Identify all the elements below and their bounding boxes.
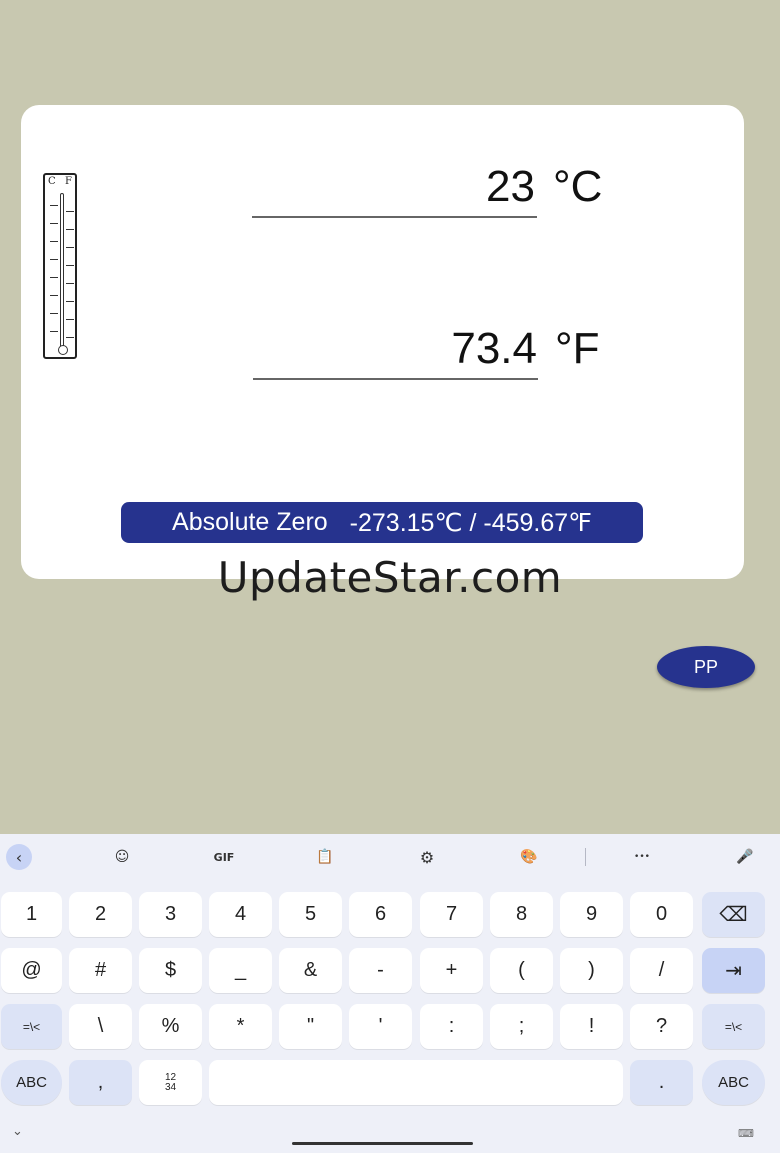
celsius-input[interactable]: 23 — [253, 162, 535, 212]
palette-icon[interactable]: 🎨 — [517, 845, 541, 869]
absolute-zero-label: Absolute Zero — [172, 508, 328, 536]
toolbar-divider — [585, 848, 586, 866]
celsius-unit-label: °C — [553, 162, 603, 211]
gif-button[interactable]: GIF — [208, 845, 240, 869]
key-minus[interactable]: - — [349, 948, 412, 993]
key-single-quote[interactable]: ' — [349, 1004, 412, 1049]
key-2[interactable]: 2 — [69, 892, 132, 937]
key-dollar[interactable]: $ — [139, 948, 202, 993]
gear-icon[interactable]: ⚙ — [415, 845, 439, 869]
key-8[interactable]: 8 — [490, 892, 553, 937]
clipboard-icon[interactable]: 📋 — [313, 845, 337, 869]
key-colon[interactable]: : — [420, 1004, 483, 1049]
thermometer-icon: C F — [43, 173, 77, 359]
absolute-zero-value: -273.15℃ / -459.67℉ — [349, 508, 592, 537]
key-0[interactable]: 0 — [630, 892, 693, 937]
key-slash[interactable]: / — [630, 948, 693, 993]
keyboard-switch-icon[interactable]: ⌨ — [738, 1127, 754, 1140]
key-close-paren[interactable]: ) — [560, 948, 623, 993]
converter-card: C F 23 °C 73.4 °F Absolute Zero -273.15℃… — [21, 105, 744, 579]
tab-next-key[interactable]: ⇥ — [702, 948, 765, 993]
key-period[interactable]: . — [630, 1060, 693, 1105]
microphone-icon[interactable]: 🎤 — [733, 845, 757, 869]
hide-keyboard-icon[interactable]: ⌄ — [12, 1124, 23, 1139]
fahrenheit-input[interactable]: 73.4 — [253, 324, 537, 374]
thermometer-tube — [60, 193, 64, 351]
symbols-shift-key[interactable]: =\< — [1, 1004, 62, 1049]
key-semicolon[interactable]: ; — [490, 1004, 553, 1049]
pp-button[interactable]: PP — [657, 646, 755, 688]
key-question[interactable]: ? — [630, 1004, 693, 1049]
abc-key-left[interactable]: ABC — [1, 1060, 62, 1105]
key-double-quote[interactable]: " — [279, 1004, 342, 1049]
key-asterisk[interactable]: * — [209, 1004, 272, 1049]
key-4[interactable]: 4 — [209, 892, 272, 937]
celsius-input-underline — [252, 216, 537, 218]
key-9[interactable]: 9 — [560, 892, 623, 937]
sticker-icon[interactable]: ☺ — [110, 845, 134, 869]
fahrenheit-unit-label: °F — [555, 324, 600, 373]
backspace-key[interactable]: ⌫ — [702, 892, 765, 937]
chevron-left-icon[interactable]: ‹ — [6, 844, 32, 870]
key-5[interactable]: 5 — [279, 892, 342, 937]
thermometer-fahrenheit-label: F — [65, 176, 72, 187]
key-exclamation[interactable]: ! — [560, 1004, 623, 1049]
key-comma[interactable]: , — [69, 1060, 132, 1105]
navigation-handle[interactable] — [292, 1142, 473, 1145]
key-6[interactable]: 6 — [349, 892, 412, 937]
absolute-zero-banner: Absolute Zero -273.15℃ / -459.67℉ — [121, 502, 643, 543]
key-3[interactable]: 3 — [139, 892, 202, 937]
key-7[interactable]: 7 — [420, 892, 483, 937]
thermometer-celsius-label: C — [48, 176, 56, 187]
abc-key-right[interactable]: ABC — [702, 1060, 765, 1105]
space-bar[interactable] — [209, 1060, 623, 1105]
key-hash[interactable]: # — [69, 948, 132, 993]
keyboard-toolbar: ‹ ☺ GIF 📋 ⚙ 🎨 ••• 🎤 — [0, 834, 780, 880]
key-at[interactable]: @ — [1, 948, 62, 993]
key-plus[interactable]: + — [420, 948, 483, 993]
key-percent[interactable]: % — [139, 1004, 202, 1049]
key-1[interactable]: 1 — [1, 892, 62, 937]
key-backslash[interactable]: \ — [69, 1004, 132, 1049]
more-icon[interactable]: ••• — [628, 845, 656, 869]
key-ampersand[interactable]: & — [279, 948, 342, 993]
thermometer-bulb — [58, 345, 68, 355]
key-open-paren[interactable]: ( — [490, 948, 553, 993]
fahrenheit-input-underline — [253, 378, 538, 380]
symbols-shift-key-right[interactable]: =\< — [702, 1004, 765, 1049]
watermark: UpdateStar.com — [217, 553, 563, 602]
numpad-key[interactable]: 12 34 — [139, 1060, 202, 1105]
on-screen-keyboard: ‹ ☺ GIF 📋 ⚙ 🎨 ••• 🎤 1 2 3 4 5 6 7 8 9 0 … — [0, 834, 780, 1153]
key-underscore[interactable]: _ — [209, 948, 272, 993]
